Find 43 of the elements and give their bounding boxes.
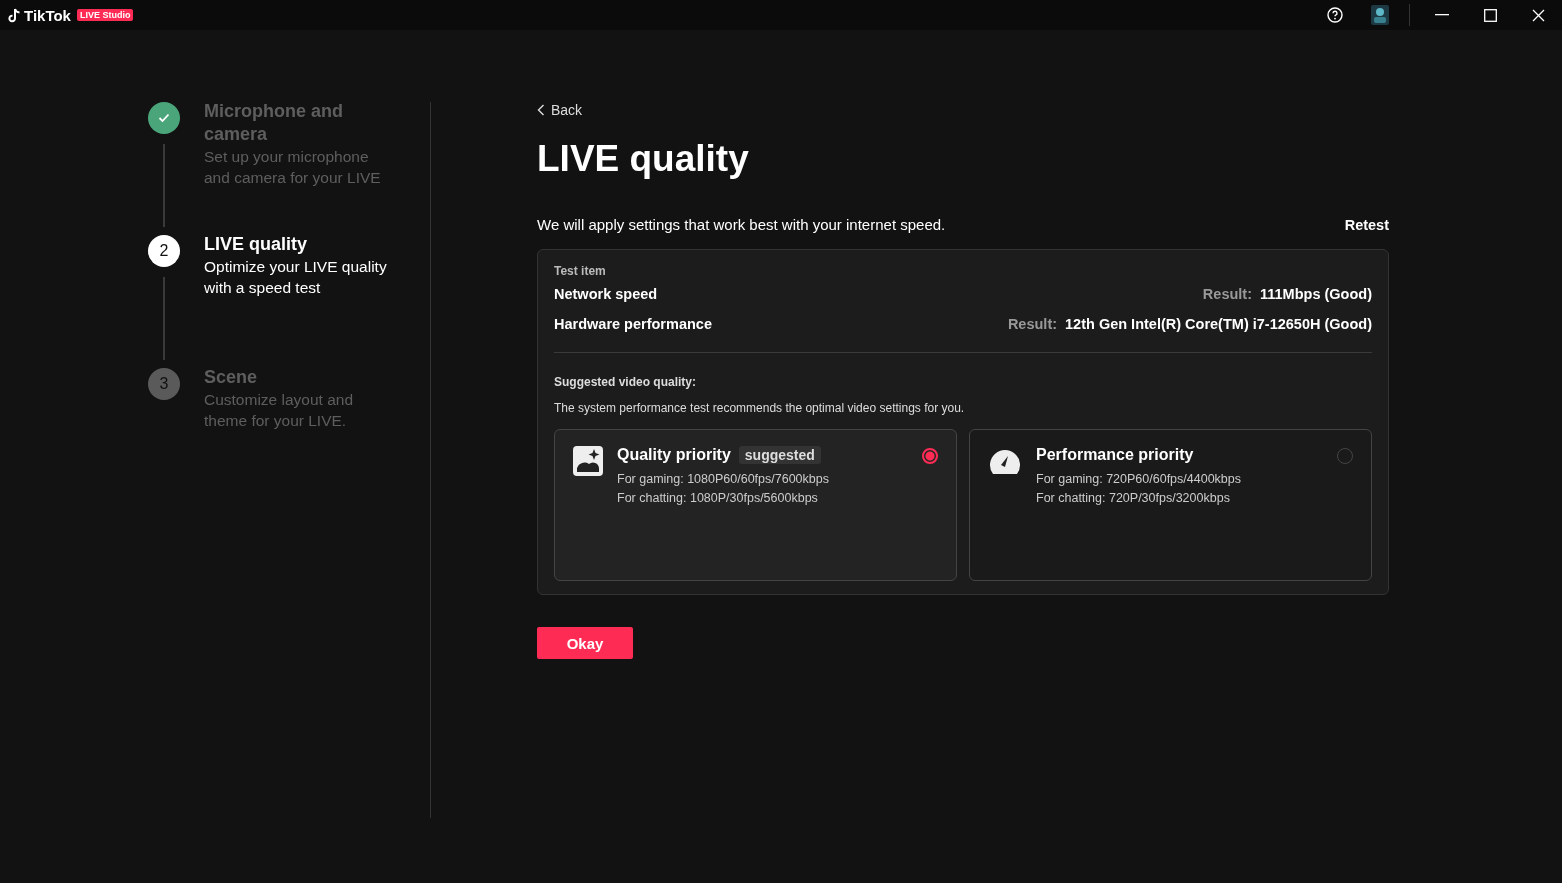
maximize-icon xyxy=(1483,8,1497,22)
close-icon xyxy=(1531,8,1545,22)
option-title: Performance priority xyxy=(1036,446,1194,464)
step-title: LIVE quality xyxy=(204,233,309,256)
step-description: Optimize your LIVE quality with a speed test xyxy=(204,257,388,298)
check-icon xyxy=(158,113,170,123)
retest-button[interactable]: Retest xyxy=(1344,216,1389,233)
option-title: Quality priority xyxy=(617,446,731,464)
test-header: Test item xyxy=(554,264,607,278)
avatar-icon[interactable] xyxy=(1371,5,1389,25)
result-value: 111Mbps (Good) xyxy=(1260,286,1372,302)
result-label: Result: xyxy=(1202,286,1252,302)
chatting-spec: For chatting: 1080P/30fps/5600kbps xyxy=(617,490,819,507)
result-value: 12th Gen Intel(R) Core(TM) i7-12650H (Good) xyxy=(1065,316,1372,332)
okay-button[interactable]: Okay xyxy=(537,627,633,659)
quality-option-card[interactable]: Quality priority suggested For gaming: 1080P60/60fps/7600kbps For chatting: 1080P/30fps/5600kbps xyxy=(554,429,957,581)
page-title: LIVE quality xyxy=(537,138,750,180)
step-indicator: 2 xyxy=(148,235,180,267)
back-link[interactable]: Back xyxy=(537,102,583,118)
suggested-tag: suggested xyxy=(738,446,821,464)
intro-text: We will apply settings that work best with your internet speed. xyxy=(537,216,946,233)
test-item: Network speed xyxy=(554,286,658,302)
result-label: Result: xyxy=(1007,316,1058,332)
image-icon xyxy=(573,446,603,476)
radio-button[interactable] xyxy=(922,448,938,464)
quality-option-card[interactable]: Performance priority For gaming: 720P60/60fps/4400kbps For chatting: 720P/30fps/3200kbps xyxy=(969,429,1372,581)
step-title: Microphone and camera xyxy=(204,100,344,146)
note-icon xyxy=(8,7,21,23)
suggested-heading: Suggested video quality: xyxy=(554,375,698,389)
step-description: Customize layout and theme for your LIVE. xyxy=(204,390,355,431)
minimize-icon xyxy=(1435,14,1449,16)
step-title: Scene xyxy=(204,366,259,389)
suggested-note: The system performance test recommends the optimal video settings for you. xyxy=(554,401,966,415)
gaming-spec: For gaming: 1080P60/60fps/7600kbps xyxy=(617,471,829,488)
chatting-spec: For chatting: 720P/30fps/3200kbps xyxy=(1036,490,1231,507)
app-logo: TikTok xyxy=(24,6,71,24)
step-indicator: 3 xyxy=(148,368,180,400)
chevron-left-icon xyxy=(537,104,545,116)
help-icon xyxy=(1327,7,1343,23)
step-description: Set up your microphone and camera for your LIVE xyxy=(204,147,382,188)
app-badge: LIVE Studio xyxy=(76,9,134,21)
gaming-spec: For gaming: 720P60/60fps/4400kbps xyxy=(1036,471,1241,488)
test-item: Hardware performance xyxy=(554,316,712,332)
